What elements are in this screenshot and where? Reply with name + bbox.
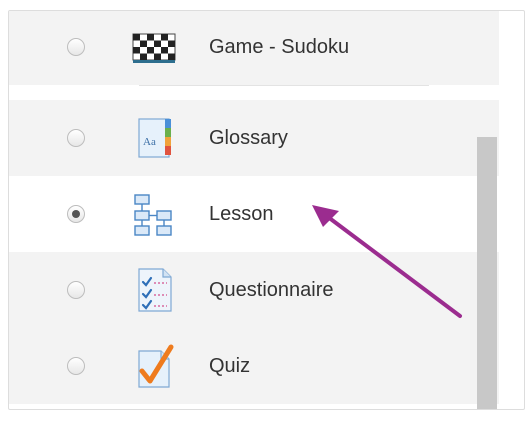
- activity-label-lesson: Lesson: [209, 202, 274, 225]
- svg-text:Aa: Aa: [143, 136, 156, 148]
- radio-game-sudoku[interactable]: [67, 38, 85, 56]
- activity-option-lesson[interactable]: Lesson: [9, 176, 499, 252]
- row-divider: [139, 85, 429, 86]
- activity-option-glossary[interactable]: Aa Glossary: [9, 100, 499, 176]
- activity-label-game-sudoku: Game - Sudoku: [209, 35, 350, 58]
- activity-label-glossary: Glossary: [209, 126, 288, 149]
- activity-chooser-panel: Game - Sudoku Aa Glossary Lesson Questio…: [8, 10, 525, 410]
- sudoku-grid-icon: [129, 22, 179, 72]
- radio-questionnaire[interactable]: [67, 281, 85, 299]
- scrollbar-thumb[interactable]: [477, 137, 497, 409]
- activity-option-quiz[interactable]: Quiz: [9, 328, 499, 404]
- quiz-checkmark-icon: [129, 341, 179, 391]
- activity-list: Game - Sudoku Aa Glossary Lesson Questio…: [9, 11, 499, 409]
- radio-quiz[interactable]: [67, 357, 85, 375]
- lesson-flowchart-icon: [129, 189, 179, 239]
- activity-label-quiz: Quiz: [209, 354, 251, 377]
- radio-glossary[interactable]: [67, 129, 85, 147]
- screenshot-frame: Game - Sudoku Aa Glossary Lesson Questio…: [0, 0, 531, 421]
- questionnaire-checklist-icon: [129, 265, 179, 315]
- radio-lesson[interactable]: [67, 205, 85, 223]
- activity-label-questionnaire: Questionnaire: [209, 278, 334, 301]
- activity-option-questionnaire[interactable]: Questionnaire: [9, 252, 499, 328]
- activity-option-game-sudoku[interactable]: Game - Sudoku: [9, 11, 499, 85]
- glossary-book-icon: Aa: [129, 113, 179, 163]
